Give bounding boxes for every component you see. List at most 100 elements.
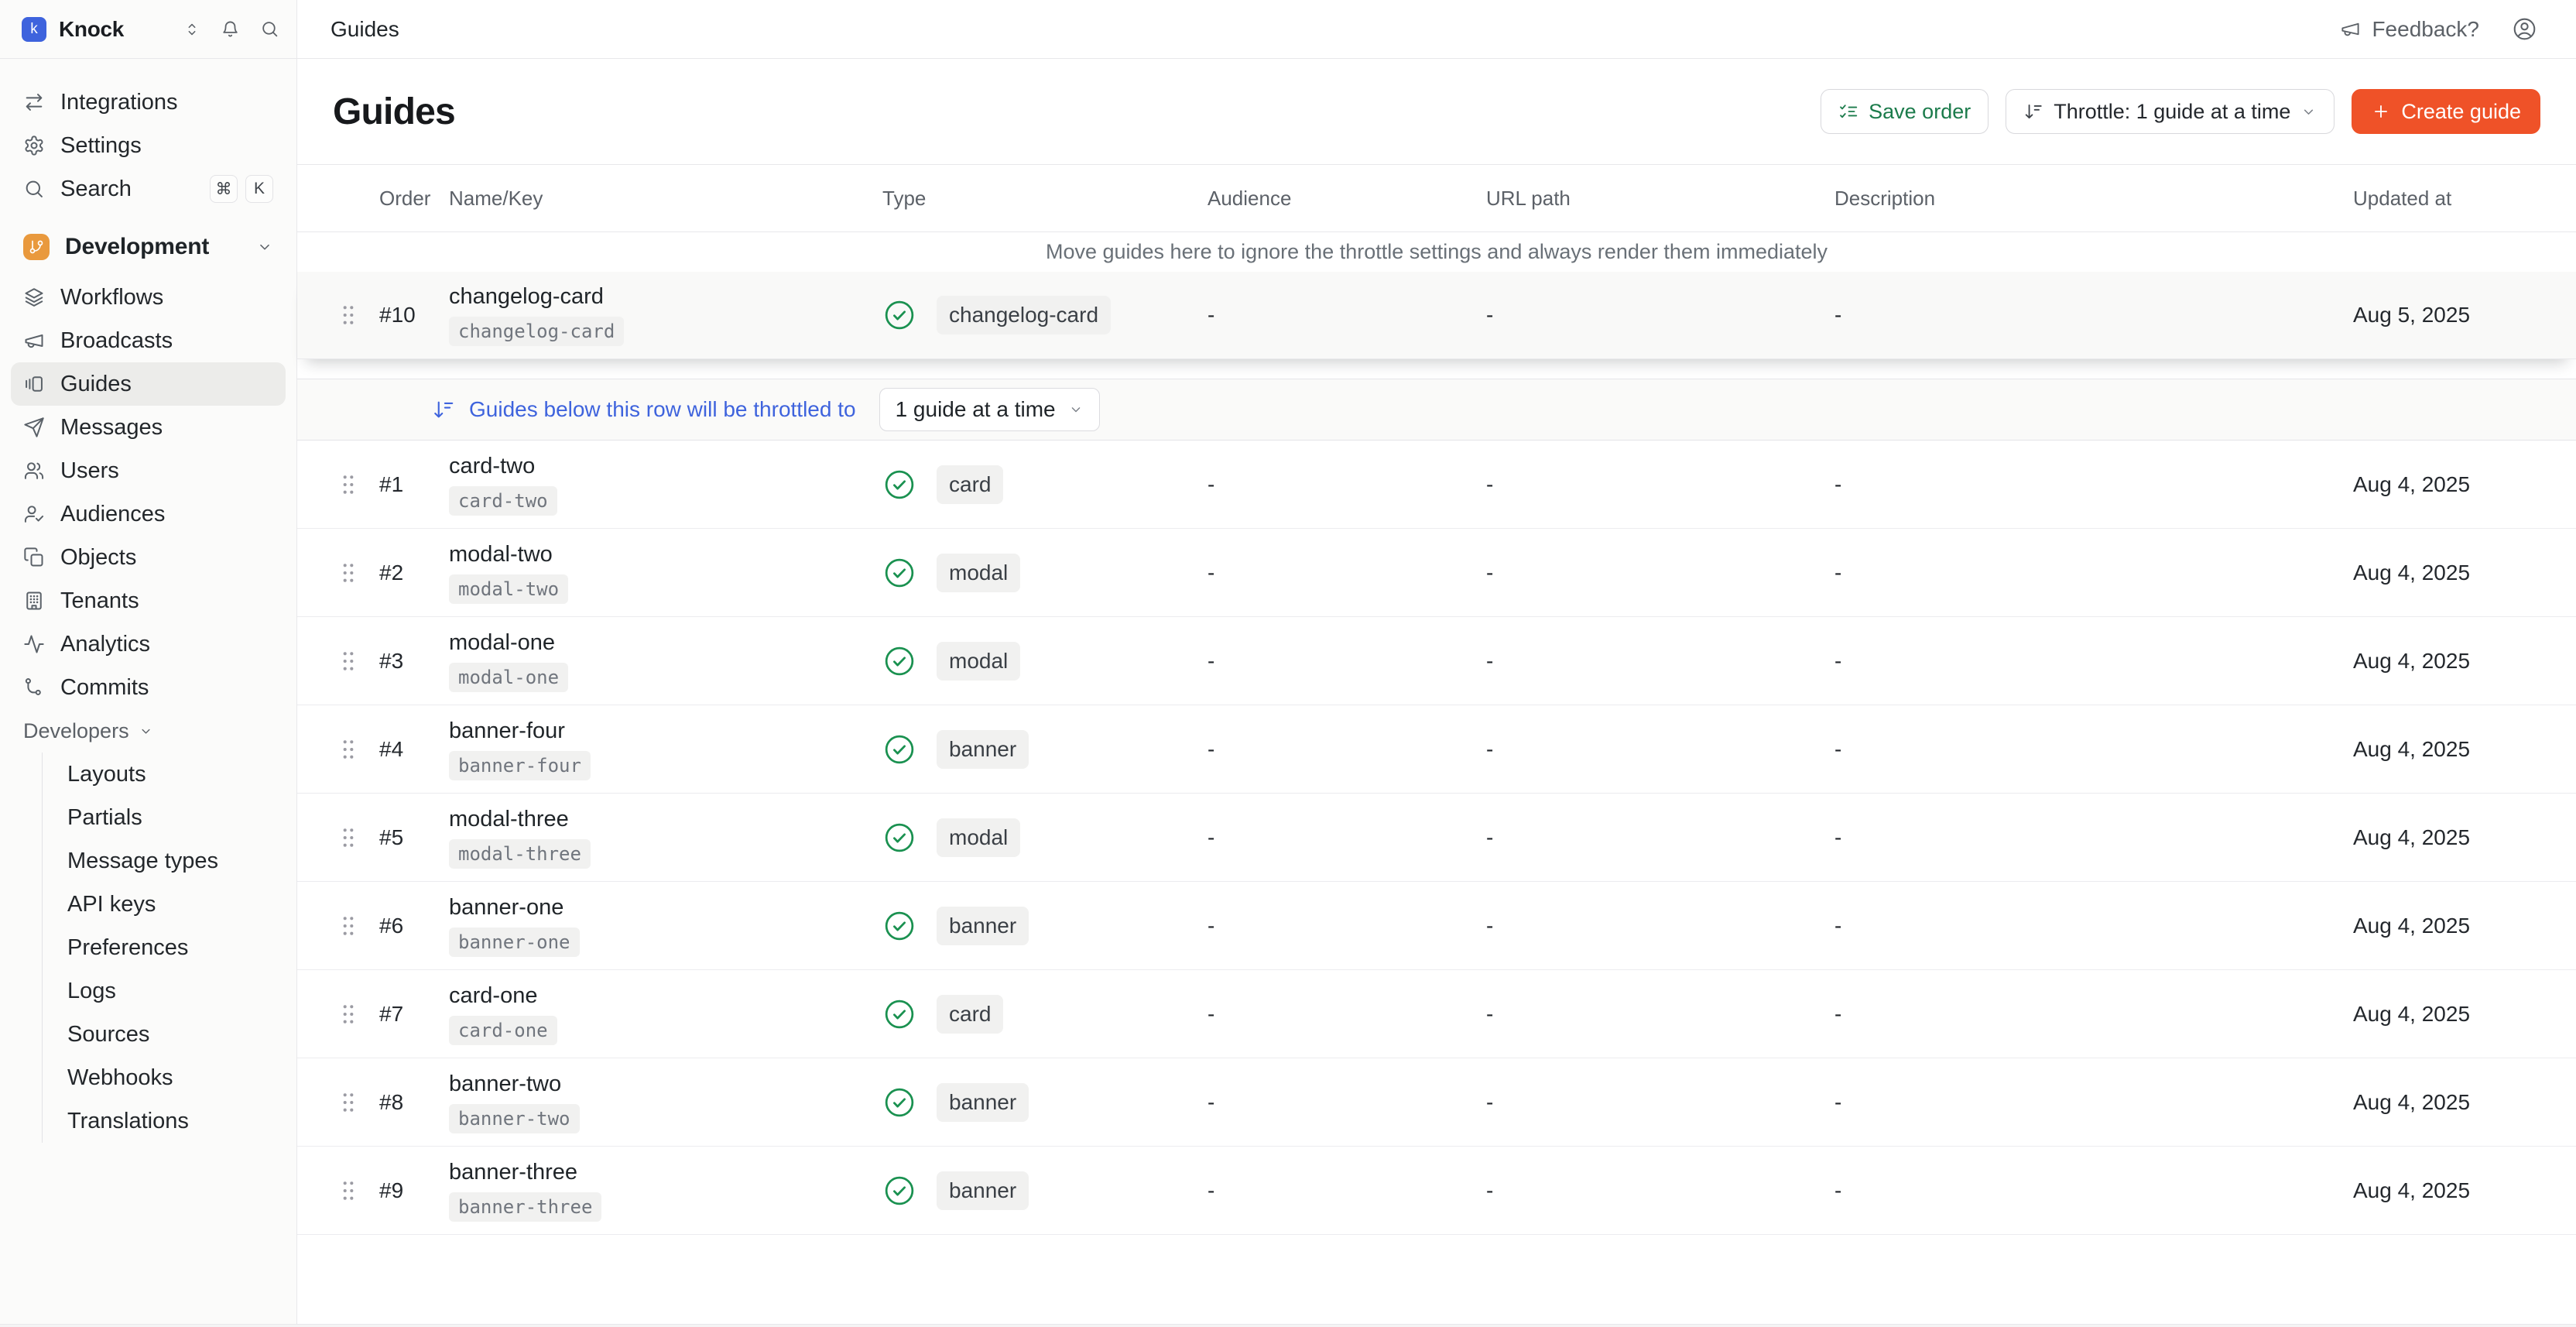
throttle-value-select[interactable]: 1 guide at a time xyxy=(879,388,1100,431)
guides-table: OrderName/KeyTypeAudienceURL pathDescrip… xyxy=(297,164,2576,1327)
sidebar-item-partials[interactable]: Partials xyxy=(43,796,286,839)
sidebar-item-tenants[interactable]: Tenants xyxy=(11,579,286,622)
sidebar-item-logs[interactable]: Logs xyxy=(43,969,286,1013)
check-circle-icon xyxy=(882,1085,916,1120)
copy-icon xyxy=(23,547,45,568)
guide-row[interactable]: #2modal-twomodal-twomodal---Aug 4, 2025 xyxy=(297,529,2576,617)
feedback-button[interactable]: Feedback? xyxy=(2340,17,2479,42)
guide-type-cell: banner xyxy=(864,907,1189,945)
guide-order: #2 xyxy=(370,561,430,585)
guide-key-badge: banner-two xyxy=(449,1104,580,1133)
plus-icon xyxy=(2371,101,2391,122)
column-header-description: Description xyxy=(1816,187,2334,211)
guide-name-key: modal-onemodal-one xyxy=(430,630,864,692)
drag-handle[interactable] xyxy=(327,915,370,937)
guide-order: #3 xyxy=(370,649,430,674)
throttle-dropdown-button[interactable]: Throttle: 1 guide at a time xyxy=(2006,89,2334,134)
guide-audience: - xyxy=(1189,649,1468,674)
sidebar-item-sources[interactable]: Sources xyxy=(43,1013,286,1056)
sidebar-item-api-keys[interactable]: API keys xyxy=(43,883,286,926)
drag-handle[interactable] xyxy=(327,650,370,672)
git-commit-icon xyxy=(23,677,45,698)
guide-type-cell: banner xyxy=(864,730,1189,769)
sidebar-item-settings[interactable]: Settings xyxy=(11,124,286,167)
create-guide-button[interactable]: Create guide xyxy=(2352,89,2540,134)
guide-row[interactable]: #1card-twocard-twocard---Aug 4, 2025 xyxy=(297,441,2576,529)
drag-handle[interactable] xyxy=(327,1003,370,1025)
sidebar-item-search[interactable]: Search⌘K xyxy=(11,167,286,211)
search-icon xyxy=(23,178,45,200)
drag-handle[interactable] xyxy=(327,562,370,584)
guide-name: card-two xyxy=(449,454,535,479)
sidebar-item-analytics[interactable]: Analytics xyxy=(11,622,286,666)
guide-type-cell: modal xyxy=(864,554,1189,592)
section-gap xyxy=(297,359,2576,379)
table-header-row: OrderName/KeyTypeAudienceURL pathDescrip… xyxy=(297,165,2576,232)
guide-description: - xyxy=(1816,303,2334,327)
guide-row[interactable]: #4banner-fourbanner-fourbanner---Aug 4, … xyxy=(297,705,2576,794)
drag-handle[interactable] xyxy=(327,474,370,495)
column-header-updated-at: Updated at xyxy=(2334,187,2545,211)
guide-url-path: - xyxy=(1468,561,1816,585)
sidebar-item-webhooks[interactable]: Webhooks xyxy=(43,1056,286,1099)
guide-order: #4 xyxy=(370,737,430,762)
sidebar-item-preferences[interactable]: Preferences xyxy=(43,926,286,969)
guide-name: modal-one xyxy=(449,630,555,656)
drag-handle[interactable] xyxy=(327,1180,370,1202)
send-icon xyxy=(23,417,45,438)
sidebar-item-guides[interactable]: Guides xyxy=(11,362,286,406)
sidebar-item-translations[interactable]: Translations xyxy=(43,1099,286,1143)
guide-name-key: banner-onebanner-one xyxy=(430,895,864,957)
guide-description: - xyxy=(1816,472,2334,497)
workspace-switcher-icon[interactable] xyxy=(183,21,200,38)
sidebar-item-label: Guides xyxy=(60,372,132,397)
page-header: Guides Save order Throttle: 1 guide at a… xyxy=(297,59,2576,164)
guide-audience: - xyxy=(1189,472,1468,497)
drag-handle[interactable] xyxy=(327,1092,370,1113)
sidebar-item-layouts[interactable]: Layouts xyxy=(43,753,286,796)
sidebar-item-commits[interactable]: Commits xyxy=(11,666,286,709)
drag-handle[interactable] xyxy=(327,739,370,760)
breadcrumb[interactable]: Guides xyxy=(331,17,399,42)
check-circle-icon xyxy=(882,556,916,590)
sort-descending-icon xyxy=(432,398,455,421)
save-order-button[interactable]: Save order xyxy=(1821,89,1989,134)
guide-row[interactable]: #6banner-onebanner-onebanner---Aug 4, 20… xyxy=(297,882,2576,970)
guide-type-badge: modal xyxy=(937,642,1020,681)
sidebar-item-label: Users xyxy=(60,458,119,484)
guide-row[interactable]: #10changelog-cardchangelog-cardchangelog… xyxy=(297,272,2576,359)
guide-key-badge: changelog-card xyxy=(449,317,624,346)
guide-key-badge: banner-four xyxy=(449,751,591,780)
developers-section-toggle[interactable]: Developers xyxy=(11,709,286,753)
guide-type-badge: banner xyxy=(937,1171,1029,1210)
sidebar-item-integrations[interactable]: Integrations xyxy=(11,81,286,124)
notifications-bell-icon[interactable] xyxy=(221,19,240,39)
drag-handle[interactable] xyxy=(327,827,370,849)
environment-switcher[interactable]: Development xyxy=(11,225,286,269)
search-icon[interactable] xyxy=(260,19,279,39)
workspace-header[interactable]: k Knock xyxy=(0,0,296,59)
drag-handle[interactable] xyxy=(327,304,370,326)
guide-name-key: banner-twobanner-two xyxy=(430,1072,864,1133)
sidebar-item-workflows[interactable]: Workflows xyxy=(11,276,286,319)
guide-order: #1 xyxy=(370,472,430,497)
guide-row[interactable]: #3modal-onemodal-onemodal---Aug 4, 2025 xyxy=(297,617,2576,705)
guide-updated-at: Aug 4, 2025 xyxy=(2334,1178,2545,1203)
guide-url-path: - xyxy=(1468,303,1816,327)
sidebar-item-messages[interactable]: Messages xyxy=(11,406,286,449)
sidebar-item-label: Partials xyxy=(67,805,142,831)
sidebar-item-objects[interactable]: Objects xyxy=(11,536,286,579)
sidebar-item-message-types[interactable]: Message types xyxy=(43,839,286,883)
guide-row[interactable]: #5modal-threemodal-threemodal---Aug 4, 2… xyxy=(297,794,2576,882)
sidebar-item-users[interactable]: Users xyxy=(11,449,286,492)
account-avatar-icon[interactable] xyxy=(2512,16,2537,42)
sidebar-item-broadcasts[interactable]: Broadcasts xyxy=(11,319,286,362)
guide-updated-at: Aug 4, 2025 xyxy=(2334,914,2545,938)
guide-row[interactable]: #9banner-threebanner-threebanner---Aug 4… xyxy=(297,1147,2576,1235)
guide-row[interactable]: #8banner-twobanner-twobanner---Aug 4, 20… xyxy=(297,1058,2576,1147)
sidebar-item-label: Preferences xyxy=(67,935,188,961)
guide-row[interactable]: #7card-onecard-onecard---Aug 4, 2025 xyxy=(297,970,2576,1058)
sidebar-item-audiences[interactable]: Audiences xyxy=(11,492,286,536)
sidebar-nav: IntegrationsSettingsSearch⌘K Development… xyxy=(0,59,296,1143)
guide-type-badge: changelog-card xyxy=(937,296,1111,334)
